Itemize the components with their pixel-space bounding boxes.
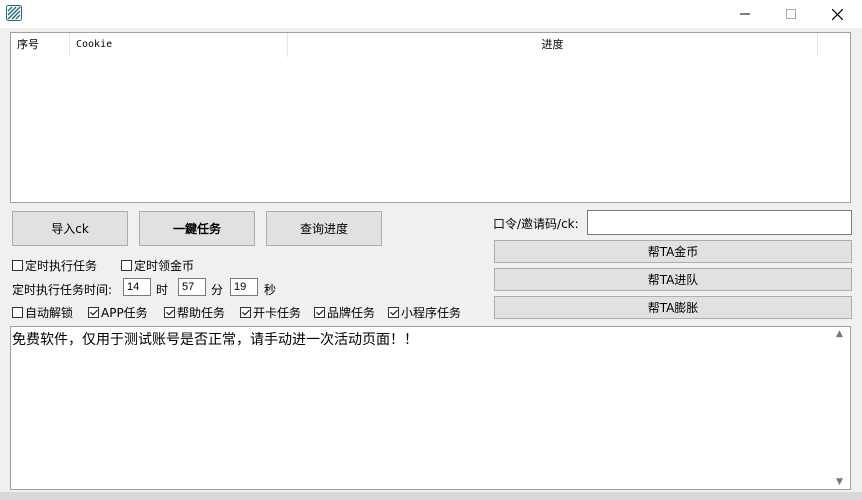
checkbox-label: 定时领金币: [134, 259, 195, 273]
code-label: 口令/邀请码/ck:: [493, 217, 579, 231]
checkbox-label: APP任务: [101, 306, 148, 320]
scroll-up-icon[interactable]: ▲: [836, 329, 843, 339]
code-input[interactable]: [587, 210, 852, 235]
checkbox-label: 开卡任务: [253, 306, 302, 320]
column-header-cookie[interactable]: Cookie: [70, 33, 288, 57]
checkbox-box[interactable]: [388, 307, 399, 318]
log-scrollbar[interactable]: ▲ ▼: [833, 327, 850, 489]
one-key-task-button[interactable]: 一鍵任务: [139, 211, 255, 246]
column-header-empty[interactable]: [818, 33, 850, 57]
scroll-down-icon[interactable]: ▼: [836, 477, 843, 487]
schedule-time-label: 定时执行任务时间:: [12, 283, 113, 297]
account-table[interactable]: 序号 Cookie 进度: [10, 32, 851, 203]
checkbox-box[interactable]: [12, 307, 23, 318]
second-input[interactable]: [230, 278, 258, 296]
app-task-checkbox[interactable]: APP任务: [88, 304, 148, 321]
checkbox-label: 品牌任务: [327, 306, 376, 320]
minimize-button[interactable]: [722, 0, 768, 28]
help-team-button[interactable]: 帮TA进队: [494, 268, 852, 291]
hour-unit-label: 时: [156, 283, 169, 297]
close-button[interactable]: [814, 0, 860, 28]
checkbox-label: 定时执行任务: [25, 259, 98, 273]
brand-task-checkbox[interactable]: 品牌任务: [314, 304, 375, 321]
checkbox-box[interactable]: [164, 307, 175, 318]
maximize-button[interactable]: [768, 0, 814, 28]
title-bar: [0, 0, 862, 28]
table-header: 序号 Cookie 进度: [11, 33, 850, 57]
checkbox-box[interactable]: [121, 260, 132, 271]
window-bottom-edge: [0, 492, 862, 500]
checkbox-label: 自动解锁: [25, 306, 74, 320]
checkbox-box[interactable]: [240, 307, 251, 318]
minute-unit-label: 分: [211, 283, 224, 297]
checkbox-box[interactable]: [88, 307, 99, 318]
checkbox-box[interactable]: [314, 307, 325, 318]
column-header-progress[interactable]: 进度: [288, 33, 818, 57]
help-task-checkbox[interactable]: 帮助任务: [164, 304, 225, 321]
log-textarea[interactable]: 免费软件，仅用于测试账号是否正常，请手动进一次活动页面！！ ▲ ▼: [10, 326, 851, 490]
checkbox-label: 小程序任务: [401, 306, 462, 320]
timed-task-checkbox[interactable]: 定时执行任务: [12, 257, 97, 274]
log-message: 免费软件，仅用于测试账号是否正常，请手动进一次活动页面！！: [12, 332, 418, 348]
query-progress-button[interactable]: 查询进度: [266, 211, 382, 246]
import-ck-button[interactable]: 导入ck: [12, 211, 128, 246]
auto-unlock-checkbox[interactable]: 自动解锁: [12, 304, 73, 321]
hour-input[interactable]: [123, 278, 151, 296]
mini-program-task-checkbox[interactable]: 小程序任务: [388, 304, 461, 321]
card-task-checkbox[interactable]: 开卡任务: [240, 304, 301, 321]
minute-input[interactable]: [178, 278, 206, 296]
help-expand-button[interactable]: 帮TA膨胀: [494, 296, 852, 319]
app-icon: [6, 5, 22, 21]
second-unit-label: 秒: [264, 283, 277, 297]
checkbox-label: 帮助任务: [177, 306, 226, 320]
help-coin-button[interactable]: 帮TA金币: [494, 240, 852, 263]
timed-coin-checkbox[interactable]: 定时领金币: [121, 257, 194, 274]
column-header-index[interactable]: 序号: [11, 33, 70, 57]
checkbox-box[interactable]: [12, 260, 23, 271]
